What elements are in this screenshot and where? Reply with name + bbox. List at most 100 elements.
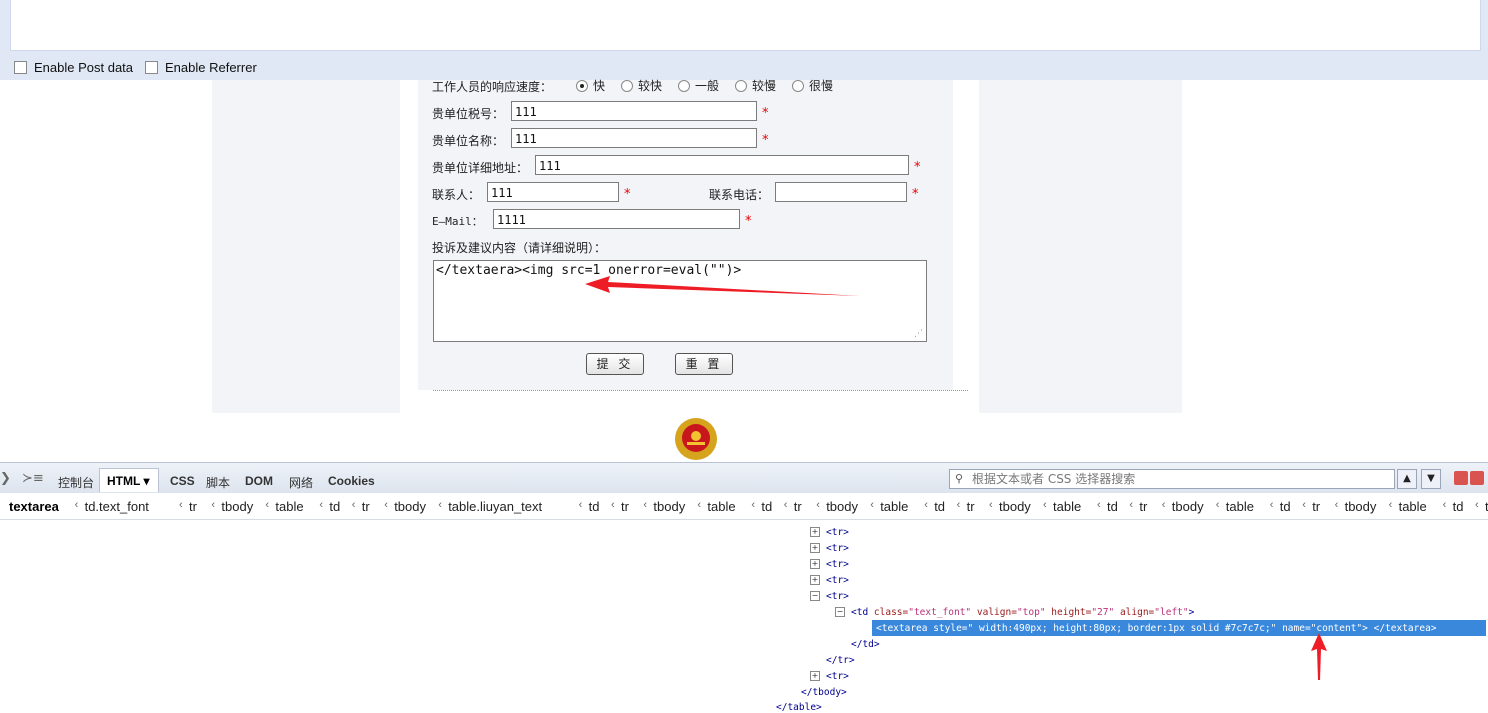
email-input[interactable]: 1111 xyxy=(493,209,740,229)
submit-button[interactable]: 提 交 xyxy=(586,353,644,375)
breadcrumb-item[interactable]: td xyxy=(1453,499,1464,514)
phone-input[interactable] xyxy=(775,182,907,202)
breadcrumb-item[interactable]: td xyxy=(761,499,772,514)
tab-console[interactable]: 控制台 xyxy=(58,474,94,491)
breadcrumb-separator-icon: ‹ xyxy=(384,499,388,511)
console-toggle-icon[interactable]: ≻≡ xyxy=(22,471,44,486)
company-name-label: 贵单位名称： xyxy=(432,134,505,148)
breadcrumb-separator-icon: ‹ xyxy=(211,499,216,511)
expand-icon[interactable]: + xyxy=(810,671,820,681)
required-mark: * xyxy=(624,187,631,202)
breadcrumb-separator-icon: ‹ xyxy=(319,499,324,511)
breadcrumb-item[interactable]: tbody xyxy=(653,499,685,514)
breadcrumb-item[interactable]: td xyxy=(1107,499,1118,514)
expand-icon[interactable]: + xyxy=(810,527,820,537)
tree-node-td[interactable]: <td class="text_font" valign="top" heigh… xyxy=(851,607,1194,618)
tree-node-tbody-end: </tbody> xyxy=(801,687,847,698)
speed-option-label: 一般 xyxy=(695,79,720,93)
detach-icon[interactable] xyxy=(1470,471,1484,485)
radio-icon[interactable] xyxy=(621,79,633,92)
breadcrumb-item[interactable]: table.liuyan_text xyxy=(448,499,542,514)
breadcrumb-item[interactable]: tr xyxy=(967,499,975,514)
enable-referrer-label: Enable Referrer xyxy=(165,60,257,75)
breadcrumb-item[interactable]: tbody xyxy=(999,499,1031,514)
tab-css[interactable]: CSS xyxy=(170,474,195,488)
minimize-icon[interactable] xyxy=(1454,471,1468,485)
breadcrumb-separator-icon: ‹ xyxy=(751,499,756,511)
tree-node-tr[interactable]: <tr> xyxy=(826,575,849,586)
enable-referrer-checkbox[interactable] xyxy=(145,61,158,74)
speed-option-4[interactable]: 很慢 xyxy=(792,77,833,94)
tag-close: > xyxy=(1188,607,1195,618)
radio-icon[interactable] xyxy=(735,79,747,92)
radio-icon[interactable] xyxy=(678,79,690,92)
breadcrumb-item[interactable]: tbody xyxy=(826,499,858,514)
breadcrumb-item[interactable]: table xyxy=(275,499,303,514)
company-name-input[interactable]: 111 xyxy=(511,128,757,148)
breadcrumb-item[interactable]: tbody xyxy=(221,499,253,514)
tax-input[interactable]: 111 xyxy=(511,101,757,121)
breadcrumb-item[interactable]: tbody xyxy=(394,499,426,514)
breadcrumb-separator-icon: ‹ xyxy=(1215,499,1220,511)
resize-grip-icon[interactable]: ⋰ xyxy=(914,329,923,339)
contact-input[interactable]: 111 xyxy=(487,182,619,202)
tab-script[interactable]: 脚本 xyxy=(206,474,230,491)
breadcrumb-item[interactable]: tr xyxy=(794,499,802,514)
radio-icon[interactable] xyxy=(792,79,804,92)
enable-post-checkbox[interactable] xyxy=(14,61,27,74)
breadcrumb-item[interactable]: tr xyxy=(189,499,197,514)
search-prev-button[interactable]: ▲ xyxy=(1397,469,1417,489)
hackbar-url-textarea[interactable] xyxy=(10,0,1481,51)
search-next-button[interactable]: ▼ xyxy=(1421,469,1441,489)
tree-node-tr[interactable]: <tr> xyxy=(826,527,849,538)
expand-icon[interactable]: + xyxy=(810,575,820,585)
enable-post-option[interactable]: Enable Post data xyxy=(14,60,133,75)
speed-option-1[interactable]: 较快 xyxy=(621,77,662,94)
breadcrumb-item[interactable]: table xyxy=(707,499,735,514)
breadcrumb-item[interactable]: textarea xyxy=(9,499,59,514)
breadcrumb-item[interactable]: td xyxy=(589,499,600,514)
breadcrumb-item[interactable]: table xyxy=(1226,499,1254,514)
breadcrumb-item[interactable]: tr xyxy=(621,499,629,514)
reset-button[interactable]: 重 置 xyxy=(675,353,733,375)
breadcrumb-item[interactable]: table xyxy=(880,499,908,514)
devtools-search-input[interactable]: 根据文本或者 CSS 选择器搜索 xyxy=(949,469,1395,489)
breadcrumb-item[interactable]: tr xyxy=(362,499,370,514)
breadcrumb-item[interactable]: td xyxy=(1280,499,1291,514)
breadcrumb-item[interactable]: tbody xyxy=(1172,499,1204,514)
contact-label: 联系人： xyxy=(432,188,481,202)
collapse-icon[interactable]: − xyxy=(810,591,820,601)
speed-option-0[interactable]: 快 xyxy=(576,77,605,94)
address-input[interactable]: 111 xyxy=(535,155,909,175)
speed-option-3[interactable]: 较慢 xyxy=(735,77,776,94)
tree-node-tr[interactable]: <tr> xyxy=(826,671,849,682)
breadcrumb-item[interactable]: td xyxy=(934,499,945,514)
breadcrumb-separator-icon: ‹ xyxy=(1161,499,1166,511)
tab-network[interactable]: 网络 xyxy=(289,474,313,491)
speed-option-label: 较慢 xyxy=(752,79,777,93)
enable-referrer-option[interactable]: Enable Referrer xyxy=(145,60,257,75)
expand-icon[interactable]: + xyxy=(810,543,820,553)
breadcrumb-item[interactable]: tr xyxy=(1139,499,1147,514)
collapse-icon[interactable]: − xyxy=(835,607,845,617)
breadcrumb-item[interactable]: td.text_font xyxy=(85,499,149,514)
attr-value: "left" xyxy=(1154,607,1189,618)
breadcrumb-item[interactable]: table xyxy=(1399,499,1427,514)
tree-node-tr[interactable]: <tr> xyxy=(826,591,849,602)
email-label: E—Mail： xyxy=(432,215,483,228)
breadcrumb-separator-icon: ‹ xyxy=(1302,499,1306,511)
inspect-icon[interactable]: ❯ xyxy=(0,471,11,486)
breadcrumb-item[interactable]: td xyxy=(329,499,340,514)
selected-textarea-node[interactable]: <textarea style=" width:490px; height:80… xyxy=(876,623,1437,634)
tab-dom[interactable]: DOM xyxy=(245,474,273,488)
tab-cookies[interactable]: Cookies xyxy=(328,474,375,488)
tab-html[interactable]: HTML ▾ xyxy=(107,474,149,488)
speed-option-2[interactable]: 一般 xyxy=(678,77,719,94)
radio-selected-icon[interactable] xyxy=(576,79,588,92)
tree-node-tr[interactable]: <tr> xyxy=(826,543,849,554)
tree-node-tr[interactable]: <tr> xyxy=(826,559,849,570)
breadcrumb-item[interactable]: table xyxy=(1053,499,1081,514)
breadcrumb-item[interactable]: tbody xyxy=(1345,499,1377,514)
expand-icon[interactable]: + xyxy=(810,559,820,569)
breadcrumb-item[interactable]: tr xyxy=(1312,499,1320,514)
